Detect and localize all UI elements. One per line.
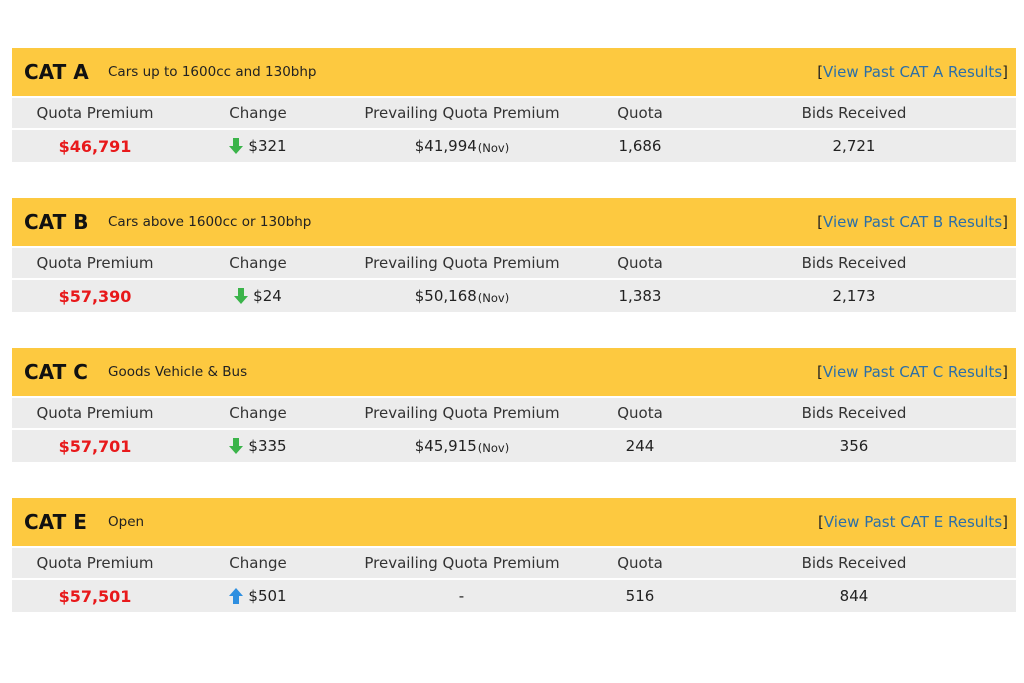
arrow-down-icon (229, 438, 244, 454)
prevailing-month: (Nov) (477, 140, 510, 155)
cat-b-section: CAT B Cars above 1600cc or 130bhp [View … (12, 198, 1016, 312)
column-header-row: Quota Premium Change Prevailing Quota Pr… (12, 548, 1016, 578)
values-row: $57,701 $335 $45,915 (Nov) 244 356 (12, 430, 1016, 462)
change-cell: $335 (178, 430, 338, 462)
prevailing-month: (Nov) (477, 290, 510, 305)
category-name: CAT A (24, 60, 89, 84)
quota-premium-value: $57,390 (58, 286, 132, 306)
category-header: CAT C Goods Vehicle & Bus [View Past CAT… (12, 348, 1016, 396)
header-quota-premium: Quota Premium (36, 554, 154, 572)
cat-a-section: CAT A Cars up to 1600cc and 130bhp [View… (12, 48, 1016, 162)
header-bids: Bids Received (801, 554, 907, 572)
change-value: $24 (253, 287, 282, 305)
header-bids: Bids Received (801, 404, 907, 422)
view-past-results: [View Past CAT B Results] (817, 213, 1008, 231)
change-cell: $321 (178, 130, 338, 162)
category-description: Open (108, 514, 145, 530)
prevailing-cell: $45,915 (Nov) (338, 430, 586, 462)
category-name: CAT B (24, 210, 89, 234)
arrow-down-icon (229, 138, 244, 154)
header-change: Change (229, 254, 287, 272)
change-cell: $24 (178, 280, 338, 312)
arrow-down-icon (234, 288, 249, 304)
category-description: Cars above 1600cc or 130bhp (108, 214, 312, 230)
header-bids: Bids Received (801, 254, 907, 272)
header-prevailing: Prevailing Quota Premium (364, 404, 560, 422)
bids-value: 2,721 (832, 137, 876, 155)
prevailing-value: $45,915 (414, 437, 477, 455)
header-change: Change (229, 554, 287, 572)
prevailing-month: (Nov) (477, 440, 510, 455)
view-past-results-link[interactable]: View Past CAT B Results (823, 213, 1002, 231)
header-prevailing: Prevailing Quota Premium (364, 554, 560, 572)
bids-value: 2,173 (832, 287, 876, 305)
quota-premium-value: $57,501 (58, 586, 132, 606)
header-quota: Quota (617, 104, 663, 122)
view-past-results-link[interactable]: View Past CAT E Results (824, 513, 1002, 531)
category-description: Goods Vehicle & Bus (108, 364, 248, 380)
header-change: Change (229, 404, 287, 422)
header-quota-premium: Quota Premium (36, 254, 154, 272)
view-past-results: [View Past CAT C Results] (816, 363, 1008, 381)
quota-premium-value: $46,791 (58, 136, 132, 156)
column-header-row: Quota Premium Change Prevailing Quota Pr… (12, 398, 1016, 428)
header-prevailing: Prevailing Quota Premium (364, 254, 560, 272)
column-header-row: Quota Premium Change Prevailing Quota Pr… (12, 248, 1016, 278)
view-past-results-link[interactable]: View Past CAT A Results (823, 63, 1002, 81)
category-header: CAT A Cars up to 1600cc and 130bhp [View… (12, 48, 1016, 96)
quota-value: 1,383 (618, 287, 662, 305)
change-cell: $501 (178, 580, 338, 612)
header-quota-premium: Quota Premium (36, 104, 154, 122)
category-description: Cars up to 1600cc and 130bhp (108, 64, 317, 80)
column-header-row: Quota Premium Change Prevailing Quota Pr… (12, 98, 1016, 128)
bids-value: 844 (839, 587, 869, 605)
view-past-results: [View Past CAT E Results] (817, 513, 1008, 531)
category-header: CAT E Open [View Past CAT E Results] (12, 498, 1016, 546)
prevailing-cell: $41,994 (Nov) (338, 130, 586, 162)
header-bids: Bids Received (801, 104, 907, 122)
quota-value: 1,686 (618, 137, 662, 155)
prevailing-cell: - (338, 580, 586, 612)
header-quota-premium: Quota Premium (36, 404, 154, 422)
change-value: $321 (248, 137, 287, 155)
category-name: CAT C (24, 360, 88, 384)
change-value: $335 (248, 437, 287, 455)
header-change: Change (229, 104, 287, 122)
quota-value: 244 (625, 437, 655, 455)
view-past-results-link[interactable]: View Past CAT C Results (823, 363, 1002, 381)
values-row: $57,501 $501 - 516 844 (12, 580, 1016, 612)
header-prevailing: Prevailing Quota Premium (364, 104, 560, 122)
category-header: CAT B Cars above 1600cc or 130bhp [View … (12, 198, 1016, 246)
values-row: $46,791 $321 $41,994 (Nov) 1,686 2,721 (12, 130, 1016, 162)
change-value: $501 (248, 587, 287, 605)
category-name: CAT E (24, 510, 87, 534)
prevailing-cell: $50,168 (Nov) (338, 280, 586, 312)
header-quota: Quota (617, 404, 663, 422)
prevailing-value: $41,994 (414, 137, 477, 155)
header-quota: Quota (617, 554, 663, 572)
prevailing-value: $50,168 (414, 287, 477, 305)
cat-e-section: CAT E Open [View Past CAT E Results] Quo… (12, 498, 1016, 612)
view-past-results: [View Past CAT A Results] (817, 63, 1008, 81)
header-quota: Quota (617, 254, 663, 272)
bids-value: 356 (839, 437, 869, 455)
prevailing-value: - (458, 587, 465, 605)
quota-premium-value: $57,701 (58, 436, 132, 456)
values-row: $57,390 $24 $50,168 (Nov) 1,383 2,173 (12, 280, 1016, 312)
arrow-up-icon (229, 588, 244, 604)
cat-c-section: CAT C Goods Vehicle & Bus [View Past CAT… (12, 348, 1016, 462)
quota-value: 516 (625, 587, 655, 605)
